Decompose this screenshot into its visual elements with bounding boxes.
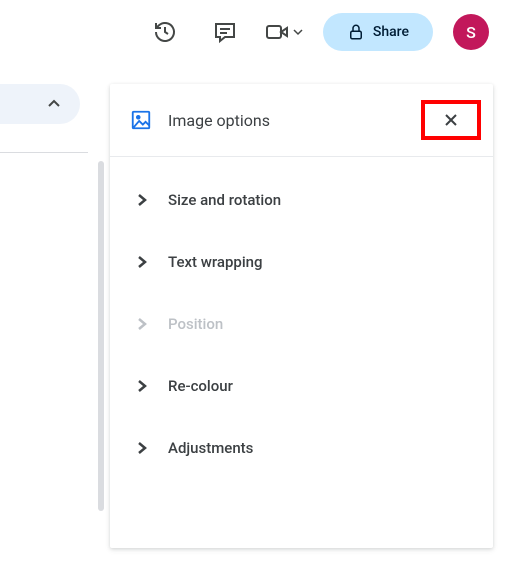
panel-title: Image options bbox=[168, 111, 405, 130]
avatar[interactable]: S bbox=[453, 14, 489, 50]
section-size-rotation[interactable]: Size and rotation bbox=[110, 169, 493, 231]
avatar-letter: S bbox=[466, 23, 476, 42]
section-label: Adjustments bbox=[168, 439, 253, 457]
close-panel-button[interactable] bbox=[421, 100, 481, 140]
image-icon bbox=[130, 109, 152, 131]
share-button[interactable]: Share bbox=[323, 13, 433, 51]
section-label: Re-colour bbox=[168, 377, 233, 395]
section-text-wrapping[interactable]: Text wrapping bbox=[110, 231, 493, 293]
lock-icon bbox=[347, 23, 365, 41]
chevron-up-icon bbox=[46, 96, 62, 112]
history-icon[interactable] bbox=[145, 12, 185, 52]
section-adjustments[interactable]: Adjustments bbox=[110, 417, 493, 479]
chevron-right-icon bbox=[134, 316, 150, 332]
close-icon bbox=[443, 112, 459, 128]
scrollbar[interactable] bbox=[98, 161, 104, 511]
section-label: Size and rotation bbox=[168, 191, 281, 209]
divider bbox=[0, 152, 88, 153]
share-label: Share bbox=[373, 24, 409, 40]
image-options-panel: Image options Size and rotation Text wra… bbox=[110, 84, 493, 548]
collapse-panel-button[interactable] bbox=[0, 84, 80, 124]
section-label: Text wrapping bbox=[168, 253, 263, 271]
comment-icon[interactable] bbox=[205, 12, 245, 52]
chevron-right-icon bbox=[134, 378, 150, 394]
video-call-button[interactable] bbox=[265, 20, 303, 44]
section-label: Position bbox=[168, 315, 223, 333]
dropdown-caret-icon bbox=[293, 27, 303, 37]
section-recolour[interactable]: Re-colour bbox=[110, 355, 493, 417]
chevron-right-icon bbox=[134, 192, 150, 208]
chevron-right-icon bbox=[134, 254, 150, 270]
section-position: Position bbox=[110, 293, 493, 355]
chevron-right-icon bbox=[134, 440, 150, 456]
